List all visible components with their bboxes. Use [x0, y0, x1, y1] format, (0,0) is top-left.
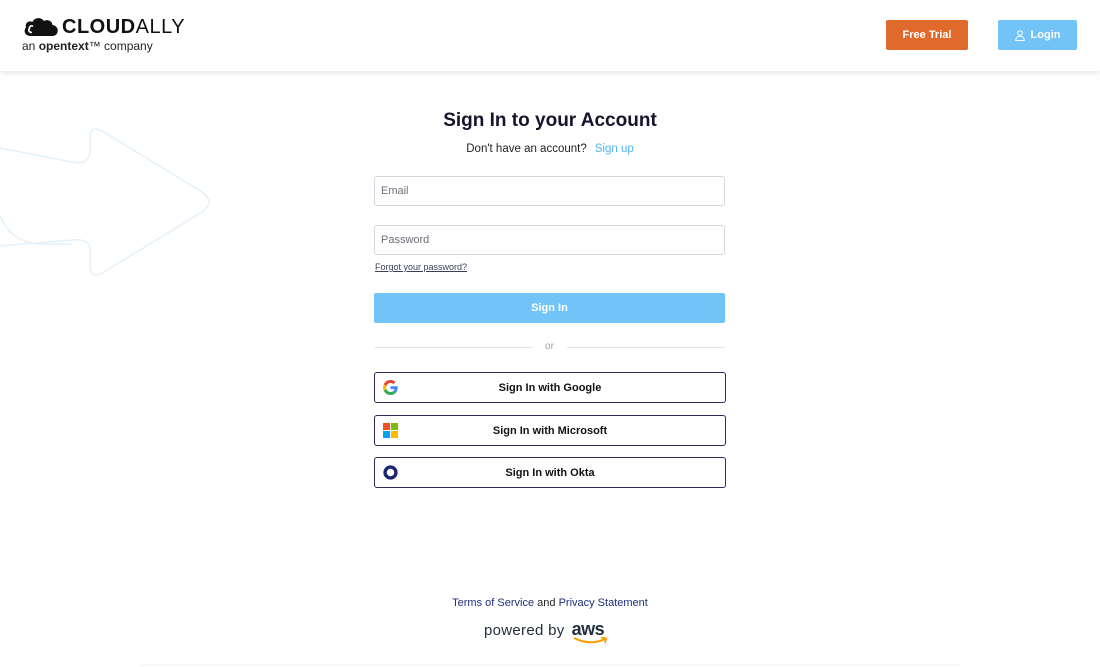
- login-button[interactable]: Login: [998, 20, 1077, 50]
- signup-prompt: Don't have an account? Sign up: [0, 143, 1100, 155]
- and-text: and: [537, 597, 556, 609]
- powered-by-aws: powered by aws: [484, 620, 610, 650]
- google-label: Sign In with Google: [498, 381, 602, 394]
- top-header: CLOUDALLY an opentext™ company Free Tria…: [0, 0, 1100, 71]
- microsoft-icon: [383, 423, 398, 438]
- microsoft-label: Sign In with Microsoft: [492, 424, 608, 437]
- divider-left: [374, 347, 532, 348]
- footer-legal: Terms of Service and Privacy Statement: [0, 597, 1100, 609]
- google-icon: [383, 380, 398, 395]
- aws-logo: aws: [572, 620, 610, 648]
- sign-in-google-button[interactable]: Sign In with Google: [374, 372, 726, 403]
- logo-wordmark: CLOUDALLY: [62, 16, 186, 38]
- okta-icon: [383, 465, 398, 480]
- okta-label: Sign In with Okta: [505, 466, 595, 479]
- user-icon: [1014, 29, 1025, 41]
- logo-tagline: an opentext™ company: [22, 39, 153, 53]
- cloudally-logo[interactable]: CLOUDALLY an opentext™ company: [22, 16, 185, 53]
- password-field[interactable]: [374, 225, 725, 255]
- sign-in-okta-button[interactable]: Sign In with Okta: [374, 457, 726, 488]
- privacy-link[interactable]: Privacy Statement: [559, 597, 648, 609]
- page-title: Sign In to your Account: [443, 110, 657, 131]
- or-separator: or: [545, 341, 554, 352]
- email-field[interactable]: [374, 176, 725, 206]
- powered-by-text: powered by: [484, 622, 565, 639]
- no-account-text: Don't have an account?: [466, 143, 587, 155]
- forgot-password-link[interactable]: Forgot your password?: [375, 262, 467, 272]
- sign-in-microsoft-button[interactable]: Sign In with Microsoft: [374, 415, 726, 446]
- sign-in-button[interactable]: Sign In: [374, 293, 725, 323]
- aws-smile-icon: [573, 636, 607, 644]
- signup-link[interactable]: Sign up: [595, 143, 634, 155]
- cloud-logo-icon: [24, 18, 58, 36]
- free-trial-button[interactable]: Free Trial: [886, 20, 968, 50]
- terms-link[interactable]: Terms of Service: [452, 597, 534, 609]
- divider-right: [567, 347, 725, 348]
- login-label: Login: [1030, 29, 1061, 41]
